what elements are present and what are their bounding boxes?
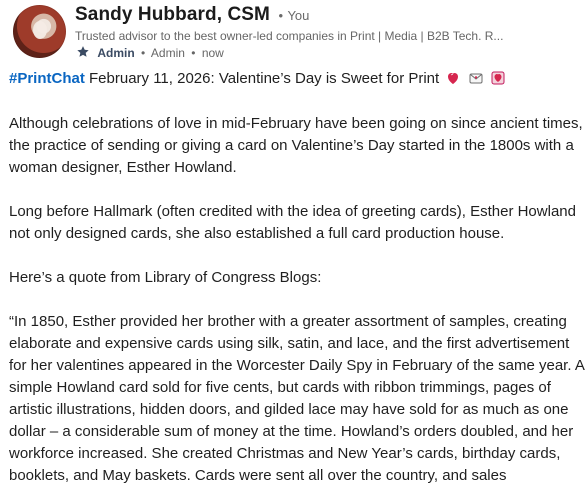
name-separator: • <box>278 8 283 23</box>
post-paragraph-2: Long before Hallmark (often credited wit… <box>9 203 576 242</box>
meta-separator-1: • <box>141 46 146 60</box>
post-paragraph-1: Although celebrations of love in mid-Feb… <box>9 115 583 176</box>
meta-separator-2: • <box>191 46 196 60</box>
name-row: Sandy Hubbard, CSM • You <box>75 4 309 26</box>
star-icon <box>76 45 90 59</box>
hashtag-link[interactable]: #PrintChat <box>9 70 85 87</box>
heart-emoji <box>445 70 461 86</box>
post-title: #PrintChat February 11, 2026: Valentine’… <box>9 68 585 90</box>
admin-badge: Admin <box>97 46 135 60</box>
you-label: You <box>287 8 310 23</box>
heart-box-emoji <box>490 70 506 86</box>
profile-avatar[interactable] <box>13 5 66 58</box>
post-paragraph-3: Here’s a quote from Library of Congress … <box>9 269 322 286</box>
post-header: Sandy Hubbard, CSM • You Trusted advisor… <box>10 4 582 62</box>
author-headline: Trusted advisor to the best owner-led co… <box>75 29 504 43</box>
author-name[interactable]: Sandy Hubbard, CSM <box>75 4 270 25</box>
envelope-emoji <box>468 70 484 86</box>
post-quote: “In 1850, Esther provided her brother wi… <box>9 313 585 484</box>
post-title-text: February 11, 2026: Valentine’s Day is Sw… <box>89 70 440 87</box>
admin-role: Admin <box>150 46 185 60</box>
post-meta: Admin • Admin • now <box>76 45 224 60</box>
post-body: #PrintChat February 11, 2026: Valentine’… <box>9 68 585 487</box>
post-time: now <box>201 46 224 60</box>
